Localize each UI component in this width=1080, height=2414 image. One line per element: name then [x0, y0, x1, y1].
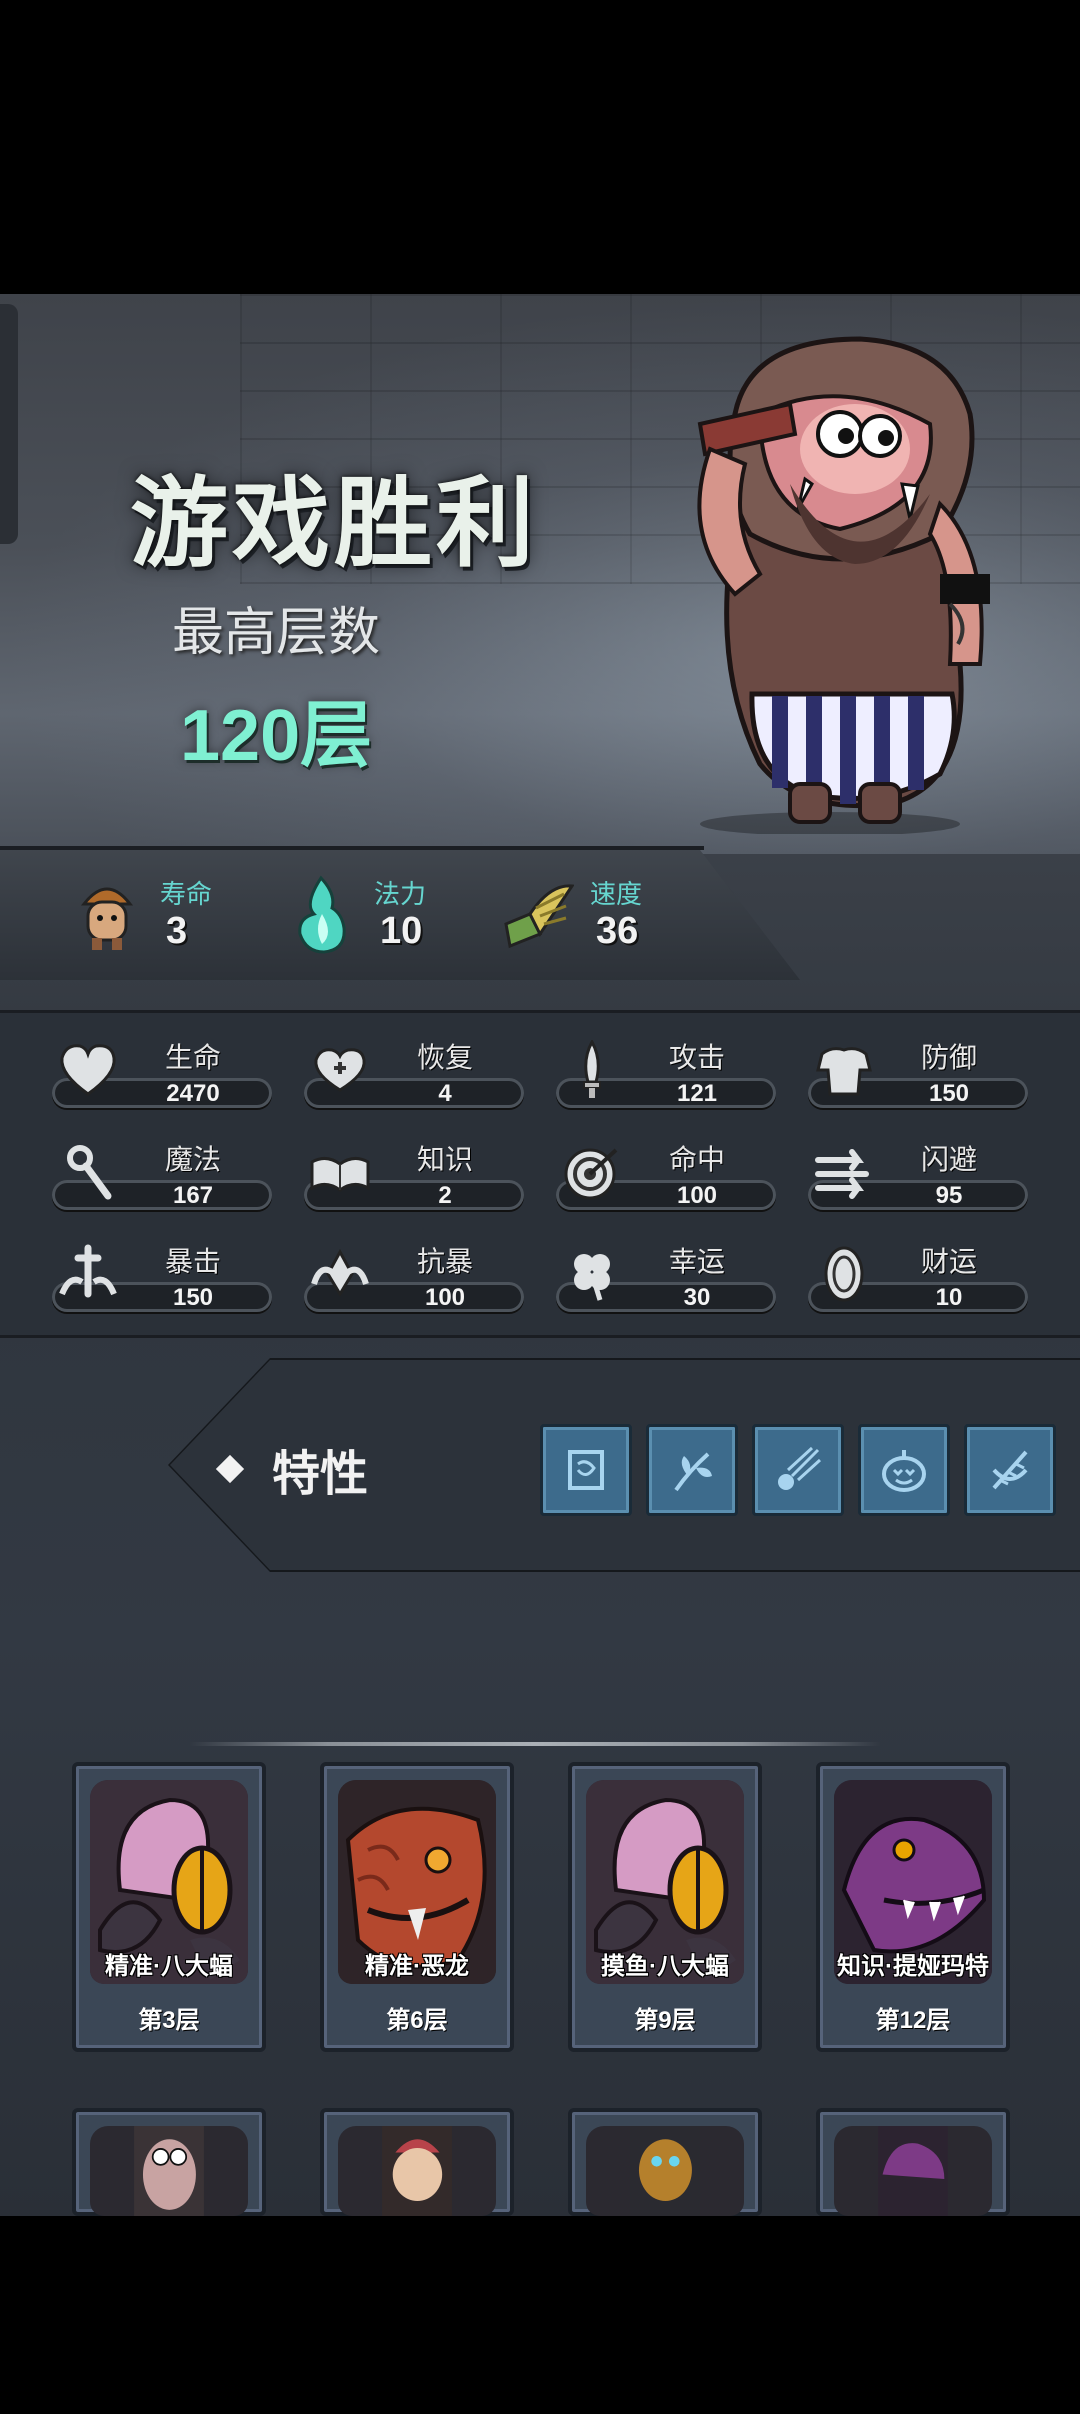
boss-name: 知识·提娅玛特	[837, 1953, 989, 1980]
attr-crit: 暴击 150	[48, 1240, 284, 1320]
attr-accuracy: 命中 100	[552, 1138, 788, 1218]
attr-value: 2	[438, 1182, 452, 1209]
attr-value: 121	[676, 1080, 718, 1107]
clover-icon	[574, 1254, 610, 1301]
heart-plus-icon	[314, 1048, 366, 1092]
attr-value: 95	[935, 1182, 963, 1209]
attr-name: 魔法	[164, 1144, 221, 1175]
boss-card-partial[interactable]	[568, 2108, 762, 2216]
attr-magic: 魔法 167	[48, 1138, 284, 1218]
boss-card[interactable]: 知识·提娅玛特 第12层	[816, 1762, 1010, 2052]
book-icon	[310, 1157, 370, 1192]
boss-floor: 第12层	[875, 2007, 951, 2034]
herb-trait-icon	[674, 1452, 712, 1492]
trait-dna[interactable]	[964, 1424, 1056, 1516]
winged-boot-icon	[504, 884, 574, 949]
attr-value: 4	[438, 1080, 452, 1107]
diamond-icon	[215, 1454, 245, 1484]
croc-portrait	[834, 2126, 992, 2216]
target-icon	[564, 1148, 618, 1200]
attr-value: 150	[172, 1284, 214, 1311]
speed-label: 速度	[590, 879, 643, 909]
attr-value: 167	[172, 1182, 214, 1209]
attr-life: 生命 2470	[48, 1036, 284, 1116]
monk-icon	[80, 887, 134, 950]
victory-hero: 游戏胜利 最高层数 120层	[0, 294, 1080, 854]
boss-portrait	[338, 2126, 496, 2216]
coin-icon	[824, 1246, 864, 1302]
speed-value: 36	[596, 910, 639, 952]
lifespan-label: 寿命	[160, 879, 213, 909]
traits-header: 特性	[215, 1434, 369, 1504]
best-floor-value: 120层	[180, 696, 373, 776]
hippo-character	[697, 336, 990, 834]
victory-title: 游戏胜利	[130, 468, 539, 578]
boss-card-partial[interactable]	[816, 2108, 1010, 2216]
boss-floor: 第3层	[138, 2007, 200, 2034]
game-screen: 游戏胜利 最高层数 120层 寿命 3 法力 10 速度 36 生命 2470 …	[0, 294, 1080, 2216]
lifespan-value: 3	[166, 910, 188, 952]
traits-title: 特性	[272, 1448, 369, 1501]
attr-name: 命中	[668, 1144, 725, 1175]
attr-value: 2470	[166, 1080, 220, 1107]
attr-dodge: 闪避 95	[804, 1138, 1040, 1218]
attr-name: 防御	[920, 1042, 977, 1073]
attr-name: 抗暴	[416, 1246, 473, 1277]
attr-value: 150	[928, 1080, 970, 1107]
boss-name: 精准·恶龙	[365, 1953, 469, 1980]
attr-name: 闪避	[920, 1144, 977, 1175]
boss-card[interactable]: 精准·八大蝠 第3层	[72, 1762, 266, 2052]
section-divider	[190, 1742, 880, 1746]
crit-icon	[59, 1244, 117, 1298]
attr-crit-resist: 抗暴 100	[300, 1240, 536, 1320]
dodge-arrows-icon	[815, 1149, 869, 1199]
boss-floor: 第9层	[634, 2007, 696, 2034]
comet-trait-icon	[778, 1446, 822, 1490]
boss-card[interactable]: 摸鱼·八大蝠 第9层	[568, 1762, 762, 2052]
attr-name: 生命	[164, 1042, 221, 1073]
boss-card-partial[interactable]	[320, 2108, 514, 2216]
attr-value: 100	[424, 1284, 466, 1311]
boss-portrait	[90, 2126, 248, 2216]
attr-attack: 攻击 121	[552, 1036, 788, 1116]
crit-resist-icon	[311, 1248, 369, 1297]
base-stats-divider	[0, 846, 704, 850]
scroll-trait-icon	[568, 1450, 604, 1490]
attr-name: 攻击	[668, 1042, 725, 1073]
attr-value: 30	[683, 1284, 711, 1311]
staff-icon	[67, 1145, 112, 1200]
pumpkin-trait-icon	[882, 1450, 926, 1492]
best-floor-label: 最高层数	[172, 604, 381, 662]
boss-card[interactable]: 精准·恶龙 第6层	[320, 1762, 514, 2052]
attr-name: 财运	[920, 1246, 977, 1277]
attr-name: 幸运	[668, 1246, 725, 1277]
attr-name: 暴击	[164, 1246, 221, 1277]
boss-portrait	[586, 2126, 744, 2216]
attr-value: 10	[935, 1284, 963, 1311]
mana-value: 10	[380, 910, 423, 952]
armor-icon	[816, 1047, 872, 1096]
sword-icon	[583, 1040, 601, 1098]
attr-luck: 幸运 30	[552, 1240, 788, 1320]
attr-value: 100	[676, 1182, 718, 1209]
heart-icon	[60, 1044, 116, 1096]
attr-recovery: 恢复 4	[300, 1036, 536, 1116]
attr-knowledge: 知识 2	[300, 1138, 536, 1218]
boss-name: 摸鱼·八大蝠	[601, 1953, 729, 1980]
boss-card-partial[interactable]	[72, 2108, 266, 2216]
attr-defense: 防御 150	[804, 1036, 1040, 1116]
flame-icon	[298, 875, 346, 954]
dna-trait-icon	[992, 1450, 1028, 1490]
trait-scroll[interactable]	[540, 1424, 632, 1516]
attr-name: 知识	[416, 1144, 473, 1175]
attr-name: 恢复	[416, 1042, 473, 1073]
attr-wealth: 财运 10	[804, 1240, 1040, 1320]
mana-label: 法力	[374, 879, 427, 909]
side-handle[interactable]	[0, 304, 18, 544]
trait-pumpkin[interactable]	[858, 1424, 950, 1516]
trait-comet[interactable]	[752, 1424, 844, 1516]
trait-herb[interactable]	[646, 1424, 738, 1516]
boss-name: 精准·八大蝠	[105, 1953, 233, 1980]
boss-floor: 第6层	[386, 2007, 448, 2034]
